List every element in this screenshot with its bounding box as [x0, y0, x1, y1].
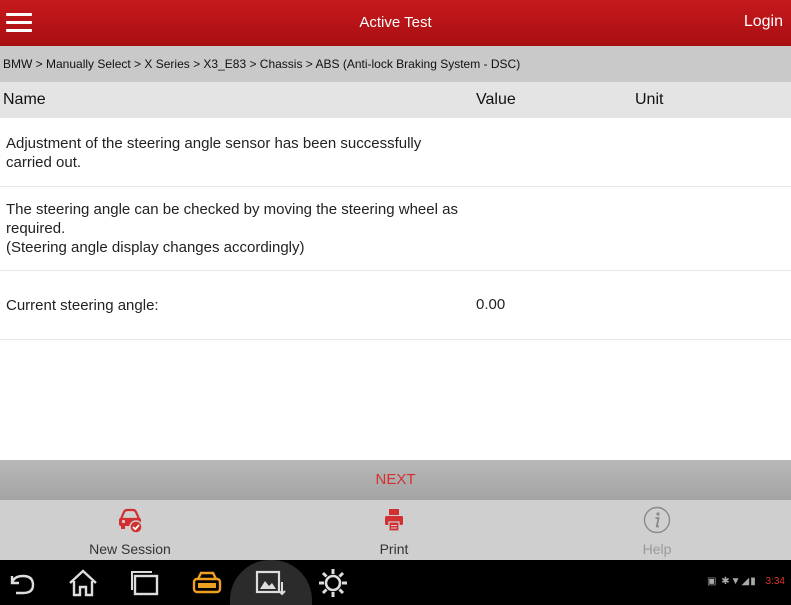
clock-time: 3:34 — [765, 576, 785, 587]
launch-app-icon[interactable] — [190, 566, 224, 600]
new-session-button[interactable]: New Session — [70, 500, 190, 560]
login-button[interactable]: Login — [744, 13, 783, 31]
action-bar: New Session Print Help — [0, 500, 791, 560]
breadcrumb: BMW > Manually Select > X Series > X3_E8… — [0, 46, 791, 82]
column-header-name: Name — [3, 91, 46, 108]
page-title: Active Test — [359, 14, 432, 31]
printer-icon — [385, 509, 403, 532]
row-value: 0.00 — [476, 296, 506, 313]
print-label: Print — [379, 541, 409, 557]
column-header-unit: Unit — [635, 91, 664, 108]
app-header: Active Test Login — [0, 0, 791, 46]
status-area: ▣ ✱▼◢▮ 3:34 — [707, 576, 785, 587]
next-button[interactable]: NEXT — [0, 460, 791, 500]
back-icon[interactable] — [6, 566, 40, 600]
new-session-label: New Session — [89, 541, 171, 557]
table-row: Current steering angle: 0.00 — [0, 271, 791, 340]
print-button[interactable]: Print — [334, 500, 454, 560]
table-row: The steering angle can be checked by mov… — [0, 187, 791, 271]
settings-gear-icon[interactable] — [316, 566, 350, 600]
table-row: Adjustment of the steering angle sensor … — [0, 118, 791, 187]
column-header-value: Value — [476, 91, 516, 108]
row-name: Current steering angle: — [6, 297, 159, 314]
system-navigation-bar: ▣ ✱▼◢▮ 3:34 — [0, 560, 791, 605]
car-check-icon — [119, 508, 143, 534]
home-icon[interactable] — [66, 566, 100, 600]
help-label: Help — [642, 541, 672, 557]
recent-apps-icon[interactable] — [128, 566, 162, 600]
gallery-screenshot-icon[interactable] — [253, 566, 287, 600]
table-header: Name Value Unit — [0, 82, 791, 118]
row-name: Adjustment of the steering angle sensor … — [6, 135, 422, 171]
status-icons: ▣ ✱▼◢▮ — [707, 576, 757, 587]
info-icon — [643, 506, 671, 534]
help-button[interactable]: Help — [597, 500, 717, 560]
row-name: The steering angle can be checked by mov… — [6, 201, 458, 256]
